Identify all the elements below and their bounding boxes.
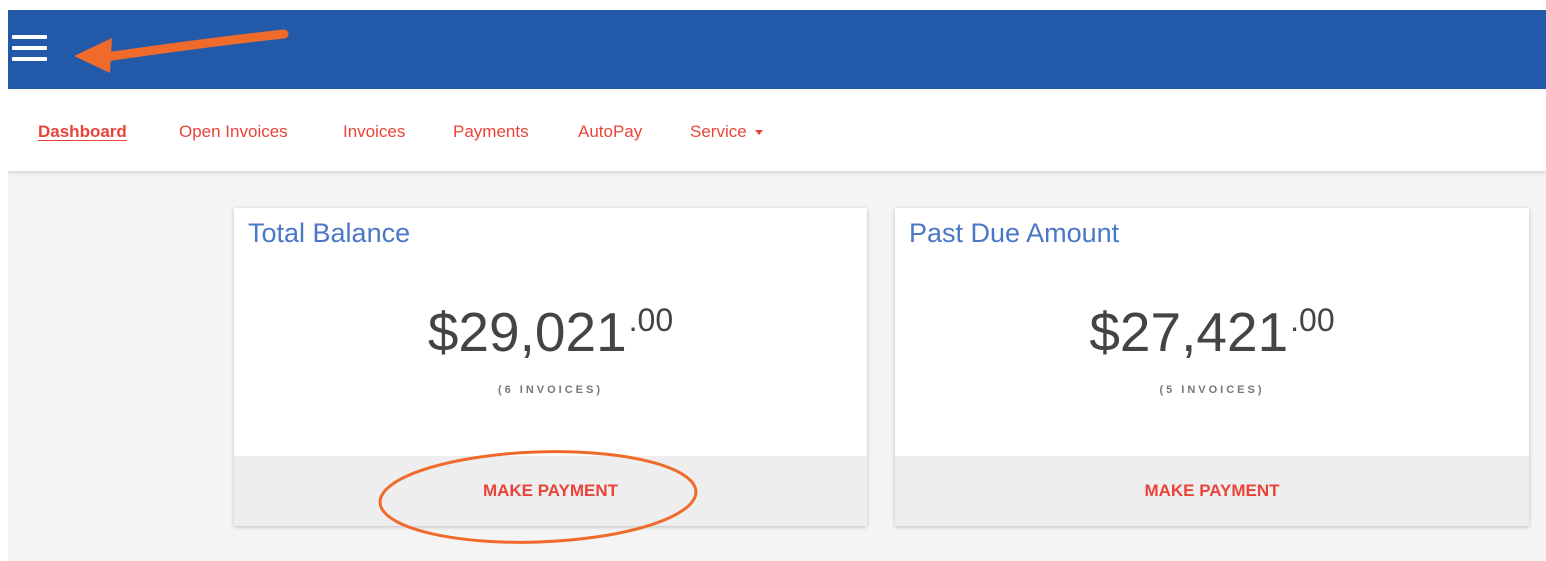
app-frame: Dashboard Open Invoices Invoices Payment… xyxy=(8,10,1546,561)
make-payment-button[interactable]: MAKE PAYMENT xyxy=(234,456,867,526)
amount-main: $27,421 xyxy=(1089,301,1289,363)
amount-cents: .00 xyxy=(1290,302,1335,338)
card-footer: MAKE PAYMENT xyxy=(234,456,867,526)
hamburger-menu-icon[interactable] xyxy=(10,33,50,67)
past-due-amount: $27,421.00 xyxy=(895,300,1529,364)
caret-down-icon xyxy=(754,130,763,136)
nav-item-dashboard[interactable]: Dashboard xyxy=(38,122,127,142)
nav-item-open-invoices[interactable]: Open Invoices xyxy=(179,122,288,142)
invoice-count: (5 INVOICES) xyxy=(1159,384,1265,396)
nav-item-autopay[interactable]: AutoPay xyxy=(578,122,642,142)
amount-cents: .00 xyxy=(628,302,674,338)
menu-line xyxy=(12,57,47,61)
nav-item-service-label: Service xyxy=(690,122,747,141)
balance-amount: $29,021.00 xyxy=(234,300,867,364)
nav-bar: Dashboard Open Invoices Invoices Payment… xyxy=(8,89,1546,171)
card-footer: MAKE PAYMENT xyxy=(895,456,1529,526)
amount-main: $29,021 xyxy=(427,301,627,363)
menu-line xyxy=(12,35,47,39)
make-payment-button[interactable]: MAKE PAYMENT xyxy=(895,456,1529,526)
menu-line xyxy=(12,46,47,50)
nav-item-invoices[interactable]: Invoices xyxy=(343,122,405,142)
invoice-count: (6 INVOICES) xyxy=(497,384,604,396)
nav-item-payments[interactable]: Payments xyxy=(453,122,529,142)
nav-item-service[interactable]: Service xyxy=(690,122,763,142)
card-title: Past Due Amount xyxy=(909,218,1120,248)
total-balance-card: Total Balance $29,021.00 (6 INVOICES) MA… xyxy=(234,208,867,526)
top-app-bar xyxy=(8,10,1546,89)
card-title: Total Balance xyxy=(248,218,411,248)
past-due-card: Past Due Amount $27,421.00 (5 INVOICES) … xyxy=(895,208,1529,526)
